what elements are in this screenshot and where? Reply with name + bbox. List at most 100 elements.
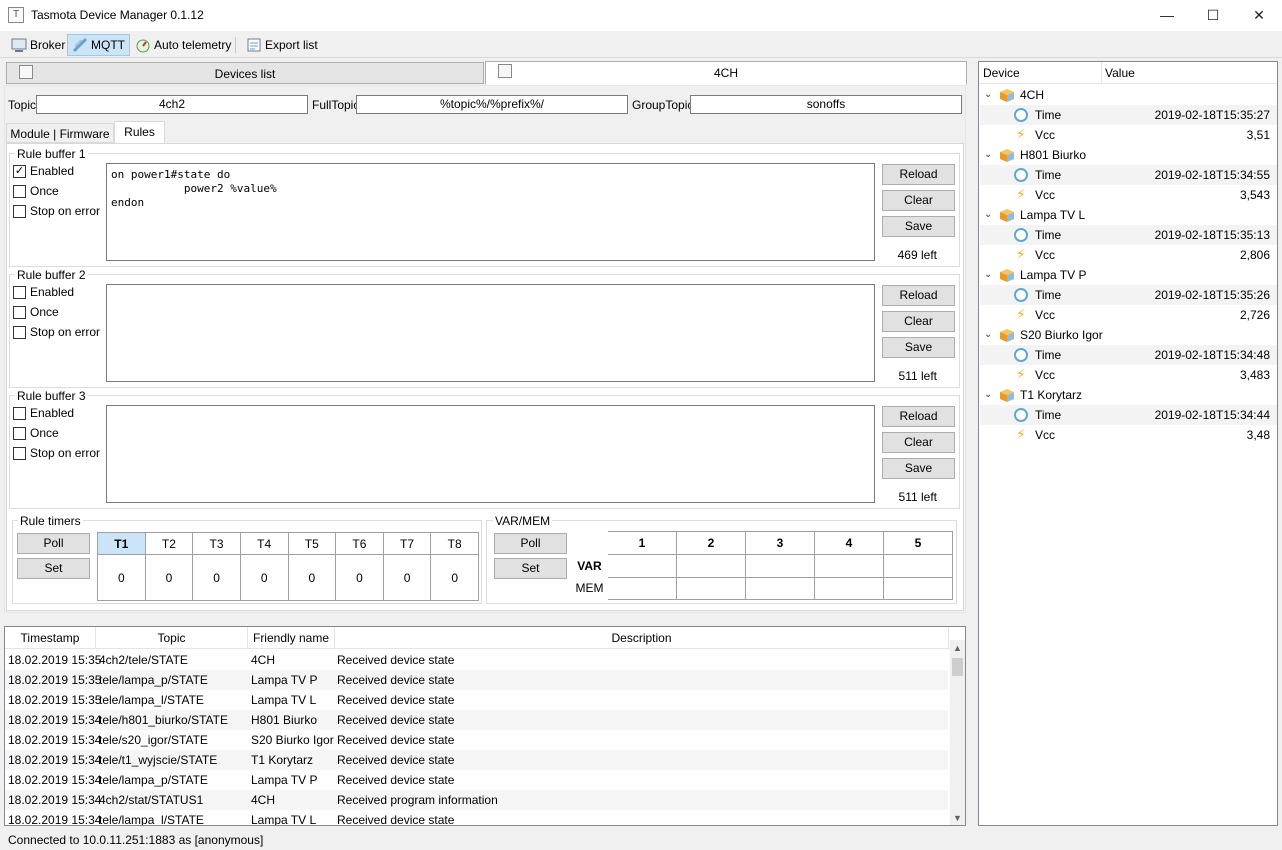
mem-input-cell[interactable]: [745, 576, 815, 600]
stop-checkbox[interactable]: [13, 447, 26, 460]
tree-vcc-row[interactable]: ⚡ Vcc 3,483: [980, 365, 1277, 385]
timers-set-button[interactable]: Set: [17, 558, 90, 579]
once-checkbox[interactable]: [13, 306, 26, 319]
reload-button[interactable]: Reload: [882, 285, 955, 306]
timer-value-cell[interactable]: 0: [382, 554, 432, 601]
timers-poll-button[interactable]: Poll: [17, 533, 90, 554]
chevron-down-icon[interactable]: ⌄: [984, 385, 992, 405]
chevron-down-icon[interactable]: ⌄: [984, 145, 992, 165]
once-checkbox[interactable]: [13, 185, 26, 198]
chevron-down-icon[interactable]: ⌄: [984, 325, 992, 345]
reload-button[interactable]: Reload: [882, 406, 955, 427]
varmem-set-button[interactable]: Set: [494, 558, 567, 579]
broker-button[interactable]: Broker: [6, 34, 70, 56]
rule-buffer-2-editor[interactable]: [106, 284, 875, 382]
log-row[interactable]: 18.02.2019 15:34 tele/h801_biurko/STATE H8…: [5, 710, 948, 730]
stop-checkbox[interactable]: [13, 326, 26, 339]
log-row[interactable]: 18.02.2019 15:34 tele/lampa_l/STATE Lampa …: [5, 810, 948, 825]
save-button[interactable]: Save: [882, 337, 955, 358]
tree-header-value[interactable]: Value: [1105, 66, 1135, 80]
scroll-thumb[interactable]: [952, 658, 963, 676]
mem-input-cell[interactable]: [883, 576, 953, 600]
tree-time-row[interactable]: Time 2019-02-18T15:35:26: [980, 285, 1277, 305]
tree-vcc-row[interactable]: ⚡ Vcc 2,806: [980, 245, 1277, 265]
timer-value-cell[interactable]: 0: [144, 554, 194, 601]
enabled-checkbox[interactable]: ✓: [13, 165, 26, 178]
tree-device-row[interactable]: ⌄ 4CH: [980, 85, 1277, 105]
tree-vcc-row[interactable]: ⚡ Vcc 3,51: [980, 125, 1277, 145]
var-input-cell[interactable]: [745, 554, 815, 578]
log-header-topic[interactable]: Topic: [96, 627, 248, 649]
tab-devices-list[interactable]: Devices list: [6, 62, 484, 84]
clear-button[interactable]: Clear: [882, 311, 955, 332]
chevron-down-icon[interactable]: ⌄: [984, 205, 992, 225]
auto-telemetry-button[interactable]: Auto telemetry: [130, 34, 236, 56]
scroll-up-icon[interactable]: ▲: [950, 643, 965, 653]
var-input-cell[interactable]: [607, 554, 677, 578]
chevron-down-icon[interactable]: ⌄: [984, 85, 992, 105]
reload-button[interactable]: Reload: [882, 164, 955, 185]
tree-vcc-row[interactable]: ⚡ Vcc 2,726: [980, 305, 1277, 325]
tree-vcc-row[interactable]: ⚡ Vcc 3,543: [980, 185, 1277, 205]
minimize-button[interactable]: —: [1144, 0, 1190, 31]
timer-header[interactable]: T8: [430, 532, 479, 555]
mem-input-cell[interactable]: [814, 576, 884, 600]
clear-button[interactable]: Clear: [882, 432, 955, 453]
var-input-cell[interactable]: [883, 554, 953, 578]
timer-value-cell[interactable]: 0: [430, 554, 479, 601]
tab-module-firmware[interactable]: Module | Firmware: [6, 123, 114, 143]
timer-header[interactable]: T3: [192, 532, 241, 555]
clear-button[interactable]: Clear: [882, 190, 955, 211]
tree-device-row[interactable]: ⌄ H801 Biurko: [980, 145, 1277, 165]
timer-header[interactable]: T2: [144, 532, 194, 555]
log-header-timestamp[interactable]: Timestamp: [5, 627, 96, 649]
tree-device-row[interactable]: ⌄ S20 Biurko Igor: [980, 325, 1277, 345]
rule-buffer-3-editor[interactable]: [106, 405, 875, 503]
var-input-cell[interactable]: [814, 554, 884, 578]
save-button[interactable]: Save: [882, 458, 955, 479]
topic-field[interactable]: 4ch2: [36, 95, 308, 114]
timer-header[interactable]: T6: [335, 532, 384, 555]
save-button[interactable]: Save: [882, 216, 955, 237]
tree-time-row[interactable]: Time 2019-02-18T15:35:13: [980, 225, 1277, 245]
tree-header-device[interactable]: Device: [983, 66, 1020, 80]
timer-value-cell[interactable]: 0: [335, 554, 384, 601]
tree-device-row[interactable]: ⌄ T1 Korytarz: [980, 385, 1277, 405]
tab-device-4ch[interactable]: 4CH: [485, 61, 967, 85]
var-input-cell[interactable]: [676, 554, 746, 578]
close-button[interactable]: ✕: [1236, 0, 1282, 31]
export-list-button[interactable]: Export list: [241, 34, 323, 56]
enabled-checkbox[interactable]: [13, 286, 26, 299]
tree-time-row[interactable]: Time 2019-02-18T15:34:48: [980, 345, 1277, 365]
varmem-poll-button[interactable]: Poll: [494, 533, 567, 554]
log-row[interactable]: 18.02.2019 15:35 4ch2/tele/STATE 4CH Receiv…: [5, 650, 948, 670]
log-header-friendly-name[interactable]: Friendly name: [248, 627, 335, 649]
log-row[interactable]: 18.02.2019 15:35 tele/lampa_l/STATE Lampa …: [5, 690, 948, 710]
timer-value-cell[interactable]: 0: [287, 554, 337, 601]
log-row[interactable]: 18.02.2019 15:34 4ch2/stat/STATUS1 4CH Rece…: [5, 790, 948, 810]
rule-buffer-1-editor[interactable]: on power1#state do power2 %value% endon: [106, 163, 875, 261]
mem-input-cell[interactable]: [607, 576, 677, 600]
timer-header[interactable]: T5: [287, 532, 337, 555]
log-row[interactable]: 18.02.2019 15:34 tele/s20_igor/STATE S20 B…: [5, 730, 948, 750]
tree-time-row[interactable]: Time 2019-02-18T15:34:55: [980, 165, 1277, 185]
tree-device-row[interactable]: ⌄ Lampa TV P: [980, 265, 1277, 285]
log-row[interactable]: 18.02.2019 15:35 tele/lampa_p/STATE Lampa …: [5, 670, 948, 690]
tab-rules[interactable]: Rules: [114, 121, 165, 144]
stop-checkbox[interactable]: [13, 205, 26, 218]
enabled-checkbox[interactable]: [13, 407, 26, 420]
log-scrollbar[interactable]: ▲ ▼: [950, 640, 965, 825]
tree-vcc-row[interactable]: ⚡ Vcc 3,48: [980, 425, 1277, 445]
timer-value-cell[interactable]: 0: [97, 554, 146, 601]
mem-input-cell[interactable]: [676, 576, 746, 600]
tree-device-row[interactable]: ⌄ Lampa TV L: [980, 205, 1277, 225]
grouptopic-field[interactable]: sonoffs: [690, 95, 962, 114]
log-header-description[interactable]: Description: [335, 627, 949, 649]
timer-header[interactable]: T4: [239, 532, 289, 555]
fulltopic-field[interactable]: %topic%/%prefix%/: [356, 95, 628, 114]
tree-time-row[interactable]: Time 2019-02-18T15:34:44: [980, 405, 1277, 425]
timer-header[interactable]: T1: [97, 532, 146, 555]
tree-time-row[interactable]: Time 2019-02-18T15:35:27: [980, 105, 1277, 125]
chevron-down-icon[interactable]: ⌄: [984, 265, 992, 285]
log-row[interactable]: 18.02.2019 15:34 tele/lampa_p/STATE Lampa …: [5, 770, 948, 790]
